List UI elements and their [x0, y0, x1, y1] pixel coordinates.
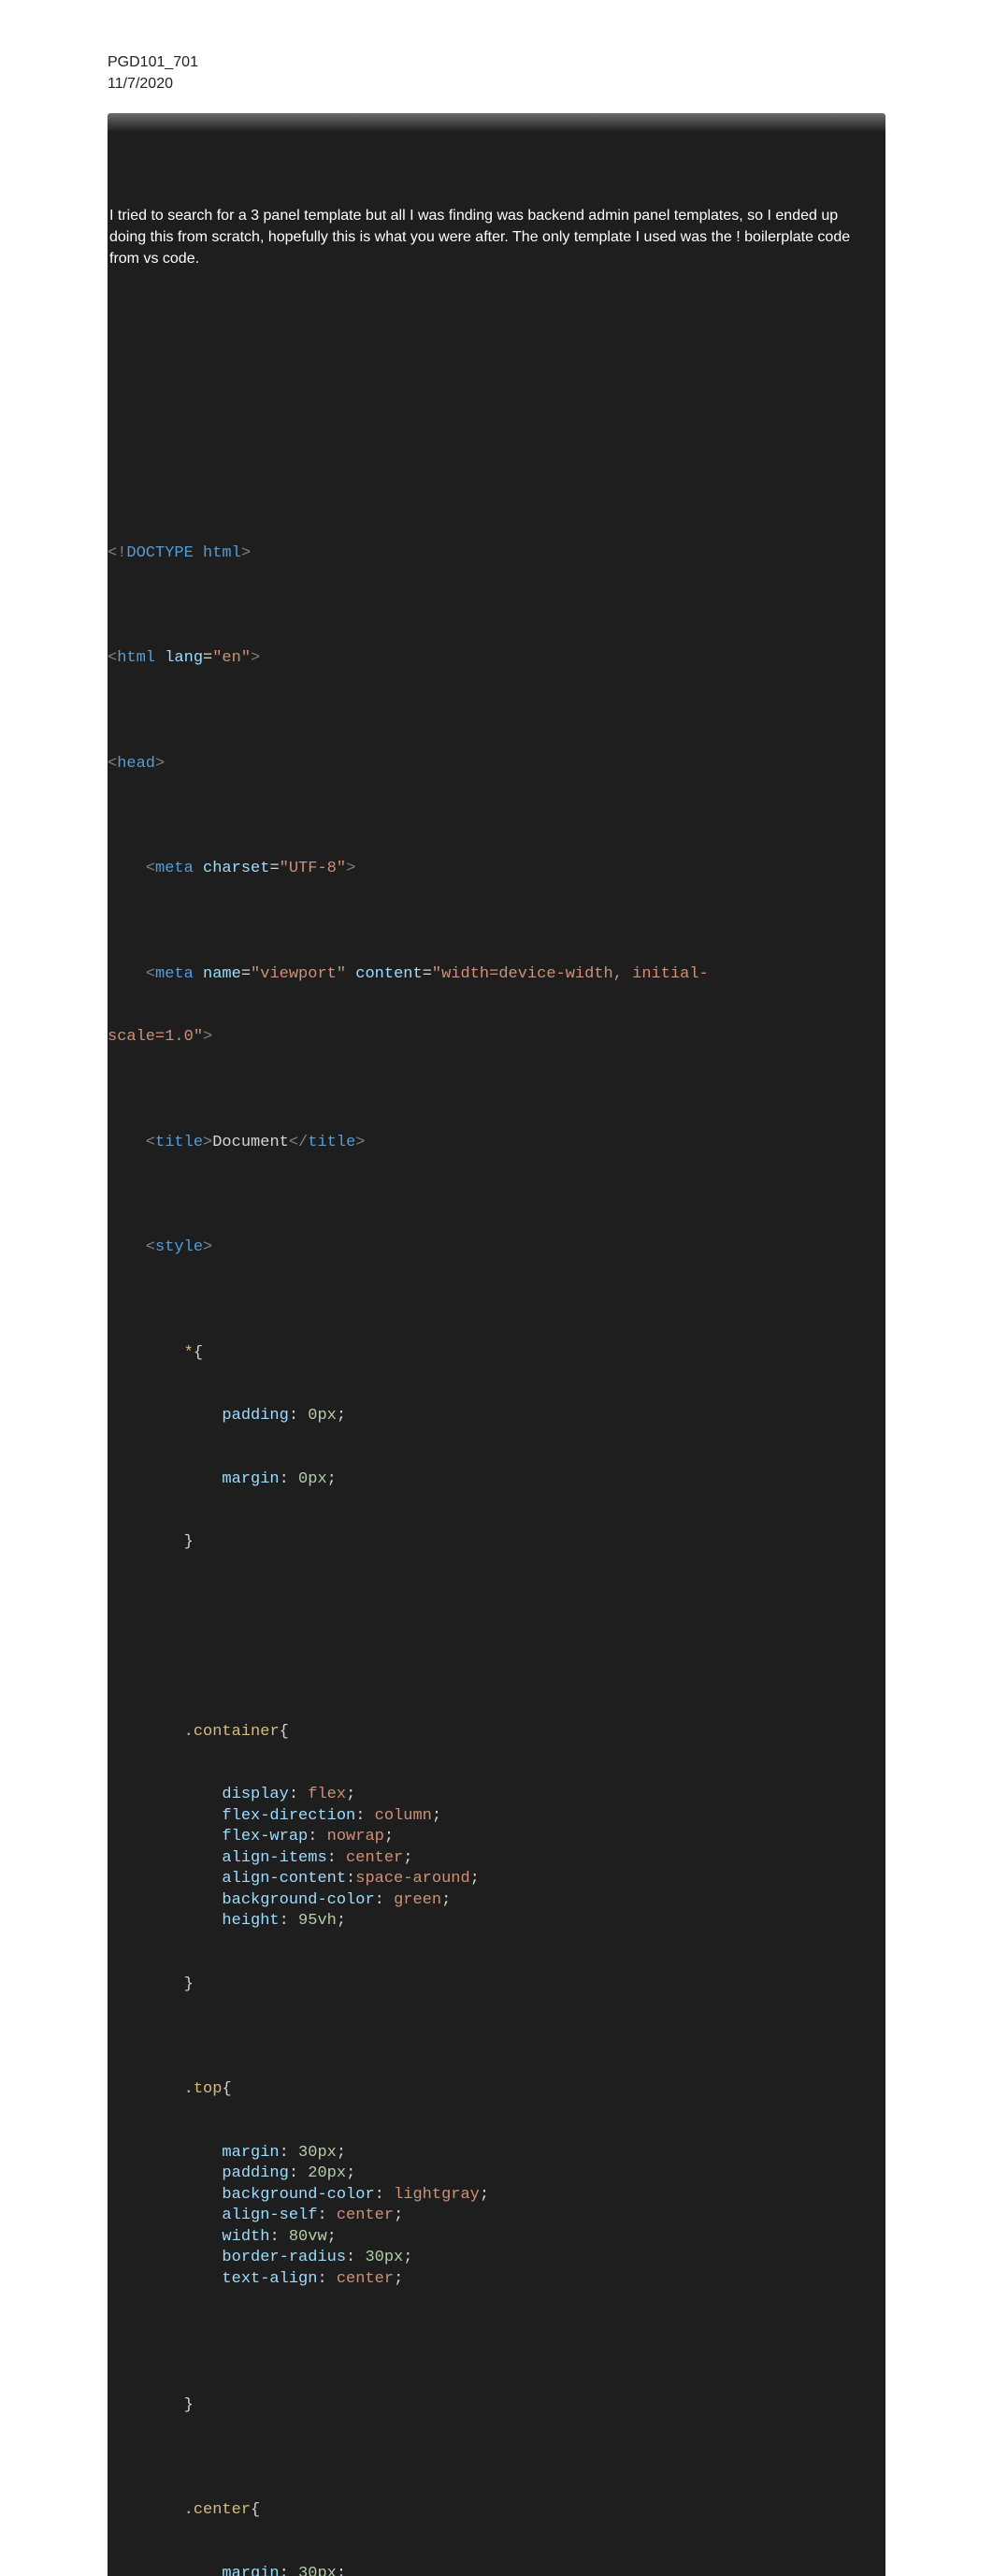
code-line-container-flex-direction: flex-direction: column; — [108, 1806, 885, 1828]
code-line-top-blank — [108, 2332, 885, 2353]
code-line-style-open: <style> — [108, 1237, 885, 1259]
code-line-star-padding: padding: 0px; — [108, 1406, 885, 1427]
code-line-container-background-color: background-color: green; — [108, 1890, 885, 1912]
code-line-meta-charset: <meta charset="UTF-8"> — [108, 859, 885, 880]
code-line-head-open: <head> — [108, 754, 885, 775]
code-line-container-height: height: 95vh; — [108, 1911, 885, 1932]
document-page: PGD101_701 11/7/2020 I tried to search f… — [0, 0, 993, 2576]
code-block-container: I tried to search for a 3 panel template… — [108, 113, 885, 2576]
code-line-star-close: } — [108, 1532, 885, 1554]
code-line-html-open: <html lang="en"> — [108, 648, 885, 670]
code-line-container-selector: .container{ — [108, 1722, 885, 1744]
code-line-top-selector: .top{ — [108, 2079, 885, 2101]
code-line-top-close: } — [108, 2395, 885, 2417]
code-line-meta-viewport-1: <meta name="viewport" content="width=dev… — [108, 964, 885, 986]
code-line-container-flex-wrap: flex-wrap: nowrap; — [108, 1827, 885, 1848]
code-line-container-align-items: align-items: center; — [108, 1848, 885, 1870]
code-line-top-padding: padding: 20px; — [108, 2164, 885, 2185]
code-line-container-align-content: align-content:space-around; — [108, 1869, 885, 1890]
code-line-doctype: <!DOCTYPE html> — [108, 543, 885, 565]
code-block: I tried to search for a 3 panel template… — [108, 113, 885, 2576]
code-line-top-background-color: background-color: lightgray; — [108, 2185, 885, 2207]
code-line-top-margin: margin: 30px; — [108, 2143, 885, 2164]
code-line-container-display: display: flex; — [108, 1785, 885, 1806]
code-line-center-margin: margin: 30px; — [108, 2564, 885, 2576]
code-line-container-close: } — [108, 1975, 885, 1996]
code-line-star-margin: margin: 0px; — [108, 1469, 885, 1491]
code-line-top-border-radius: border-radius: 30px; — [108, 2248, 885, 2269]
code-line-top-align-self: align-self: center; — [108, 2206, 885, 2227]
header-date: 11/7/2020 — [108, 73, 885, 94]
code-line-top-text-align: text-align: center; — [108, 2269, 885, 2291]
header-course: PGD101_701 — [108, 51, 885, 73]
intro-paragraph: I tried to search for a 3 panel template… — [108, 205, 885, 270]
code-line-meta-viewport-2: scale=1.0"> — [108, 1027, 885, 1049]
code-line-title: <title>Document</title> — [108, 1133, 885, 1154]
code-line-top-width: width: 80vw; — [108, 2227, 885, 2249]
code-line-star-selector: *{ — [108, 1343, 885, 1365]
code-line-center-selector: .center{ — [108, 2500, 885, 2522]
